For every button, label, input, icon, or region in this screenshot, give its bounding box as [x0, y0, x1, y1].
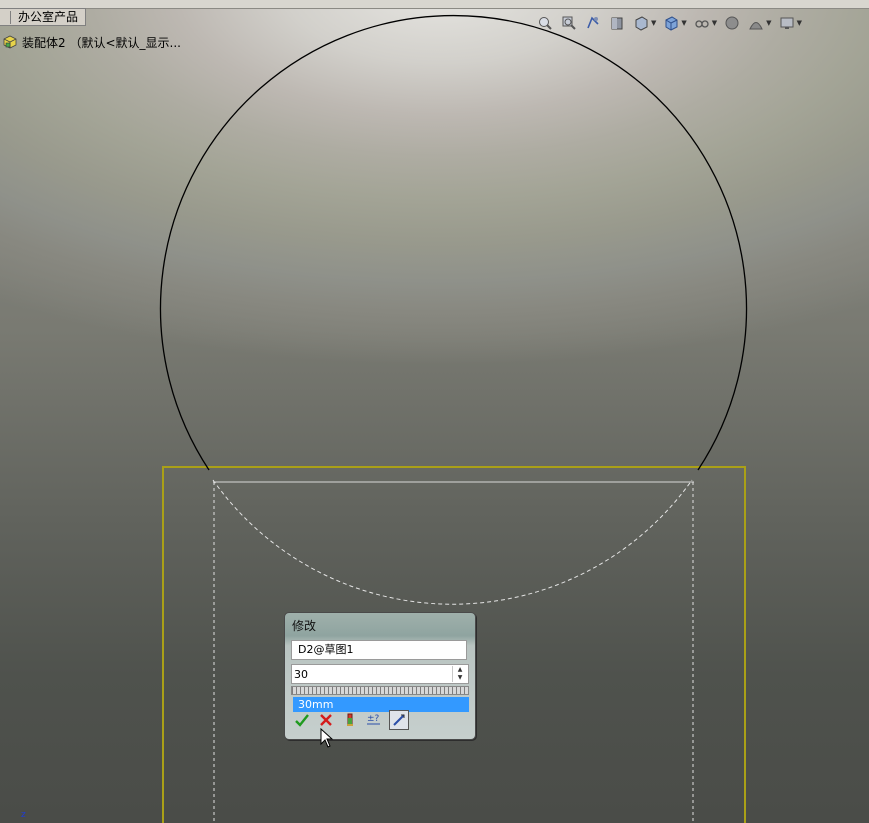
chevron-down-icon[interactable]: ▼ — [712, 19, 717, 27]
spin-up-icon[interactable]: ▲ — [453, 666, 467, 674]
value-field-row: ▲ ▼ — [291, 664, 469, 684]
axis-z-label: z — [21, 810, 26, 820]
dialog-buttons: ±? — [293, 710, 415, 730]
view-settings-icon[interactable] — [778, 14, 796, 32]
product-tab-label: 办公室产品 — [18, 10, 79, 24]
product-tab[interactable]: 办公室产品 — [0, 8, 86, 26]
reset-increment-icon[interactable]: ±? — [365, 711, 383, 729]
sketch-circle[interactable] — [159, 14, 748, 471]
feature-tree-root-label: 装配体2 （默认<默认_显示... — [22, 35, 181, 50]
rebuild-icon[interactable] — [341, 711, 359, 729]
thumbwheel[interactable] — [291, 686, 469, 695]
chevron-down-icon[interactable]: ▼ — [797, 19, 802, 27]
mark-for-drawing-icon[interactable] — [389, 710, 409, 730]
tab-separator — [10, 11, 11, 24]
title-strip — [0, 0, 869, 9]
construction-arc — [212, 479, 693, 605]
spin-down-icon[interactable]: ▼ — [453, 674, 467, 682]
modify-dialog-title: 修改 — [292, 619, 317, 633]
assembly-icon — [3, 35, 17, 49]
display-style-icon[interactable] — [662, 14, 680, 32]
cancel-icon[interactable] — [317, 711, 335, 729]
modify-dialog: 修改 D2@草图1 ▲ ▼ 30mm ±? — [284, 612, 476, 740]
section-view-icon[interactable] — [608, 14, 626, 32]
zoom-to-fit-icon[interactable] — [536, 14, 554, 32]
heads-up-toolbar: ▼ ▼ ▼ ▼ ▼ — [536, 12, 808, 34]
chevron-down-icon[interactable]: ▼ — [651, 19, 656, 27]
edit-appearance-icon[interactable] — [723, 14, 741, 32]
previous-view-icon[interactable] — [584, 14, 602, 32]
view-orientation-icon[interactable] — [632, 14, 650, 32]
value-suggestion[interactable]: 30mm — [293, 697, 469, 712]
zoom-to-area-icon[interactable] — [560, 14, 578, 32]
feature-tree-root[interactable]: 装配体2 （默认<默认_显示... — [2, 33, 181, 51]
chevron-down-icon[interactable]: ▼ — [681, 19, 686, 27]
mouse-pointer-icon — [320, 728, 334, 748]
ok-icon[interactable] — [293, 711, 311, 729]
chevron-down-icon[interactable]: ▼ — [766, 19, 771, 27]
hide-show-items-icon[interactable] — [693, 14, 711, 32]
apply-scene-icon[interactable] — [747, 14, 765, 32]
dimension-value-input[interactable] — [292, 665, 454, 683]
svg-text:±?: ±? — [367, 714, 380, 724]
dimension-name: D2@草图1 — [291, 640, 467, 660]
value-spinner[interactable]: ▲ ▼ — [452, 666, 467, 682]
